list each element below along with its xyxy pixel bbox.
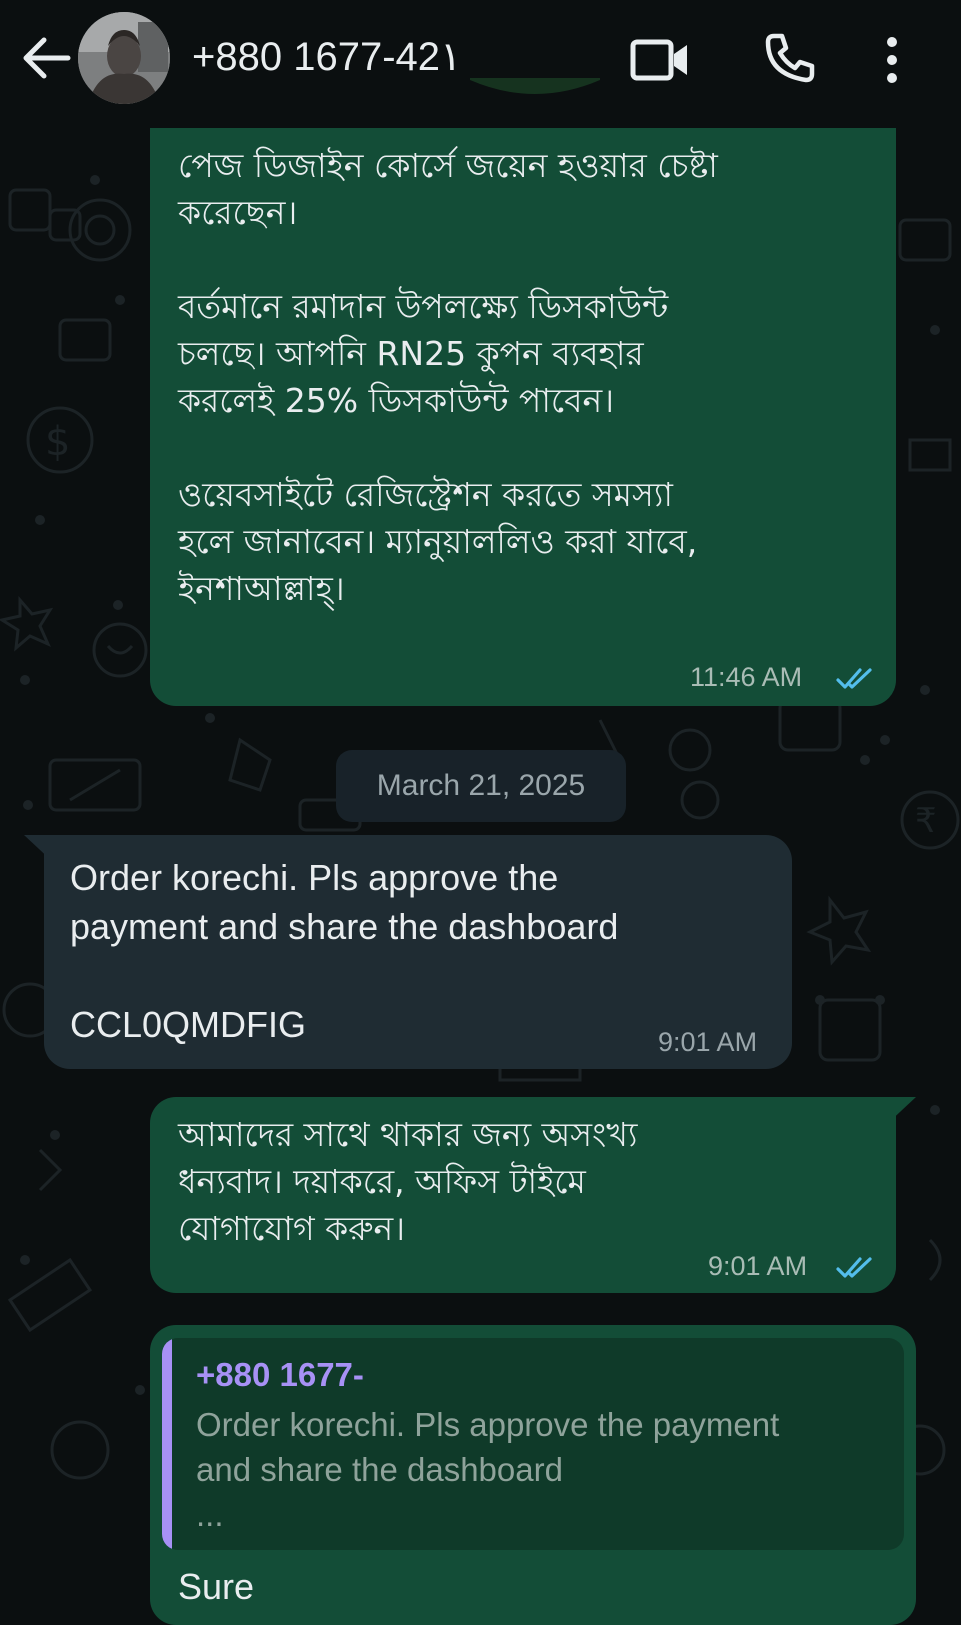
chat-header: +880 1677-42١	[0, 0, 961, 128]
message-time: 11:46 AM	[690, 662, 803, 692]
read-ticks-icon	[836, 668, 872, 689]
message-text: আমাদের সাথে থাকার জন্য অসংখ্য ধন্যবাদ। দ…	[178, 1115, 638, 1248]
read-ticks-icon	[836, 1257, 872, 1278]
title-redaction	[470, 78, 600, 94]
back-arrow-icon[interactable]	[18, 30, 74, 86]
message-text: পেজ ডিজাইন কোর্সে জয়েন হওয়ার চেষ্টা কর…	[178, 146, 718, 608]
avatar[interactable]	[78, 12, 170, 104]
message-bubble-outgoing[interactable]: আমাদের সাথে থাকার জন্য অসংখ্য ধন্যবাদ। দ…	[150, 1097, 896, 1293]
quote-accent-bar	[162, 1338, 172, 1550]
message-text: Sure	[178, 1566, 255, 1607]
video-call-icon[interactable]	[630, 36, 690, 84]
contact-name[interactable]: +880 1677-42١	[192, 32, 462, 82]
more-vertical-icon[interactable]	[880, 34, 904, 86]
voice-call-icon[interactable]	[762, 30, 818, 86]
svg-text:$: $	[45, 419, 70, 465]
quote-text: Order korechi. Pls approve the payment a…	[196, 1406, 780, 1533]
date-separator: March 21, 2025	[336, 750, 626, 822]
message-bubble-outgoing[interactable]: পেজ ডিজাইন কোর্সে জয়েন হওয়ার চেষ্টা কর…	[150, 100, 896, 706]
avatar-photo	[78, 12, 170, 104]
quoted-message[interactable]: +880 1677- Order korechi. Pls approve th…	[162, 1338, 904, 1550]
message-time: 9:01 AM	[708, 1251, 808, 1281]
quote-author: +880 1677-	[196, 1356, 364, 1393]
message-bubble-incoming[interactable]: Order korechi. Pls approve the payment a…	[44, 835, 792, 1069]
message-text: Order korechi. Pls approve the payment a…	[70, 857, 619, 1045]
message-time: 9:01 AM	[658, 1027, 758, 1057]
svg-text:₹: ₹	[915, 801, 937, 841]
